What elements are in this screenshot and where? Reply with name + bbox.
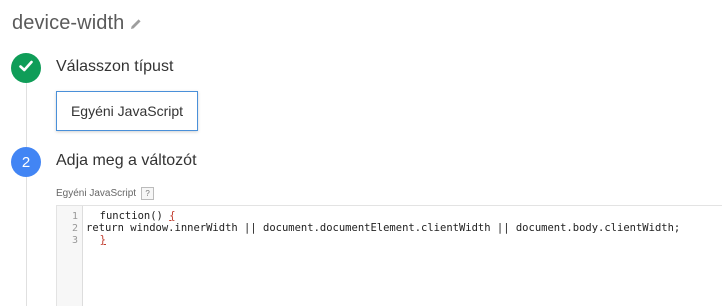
step-1-label: Válasszon típust <box>56 58 174 75</box>
line-number-gutter: 1 2 3 <box>57 206 83 306</box>
line-number: 3 <box>71 235 78 246</box>
code-text: function() <box>87 210 170 222</box>
step-2-label: Adja meg a változót <box>56 152 197 169</box>
step-2-badge: 2 <box>11 147 41 177</box>
variable-title-row: device-width <box>12 10 142 36</box>
line-number: 2 <box>71 223 78 234</box>
variable-name-title[interactable]: device-width <box>12 12 124 35</box>
code-brace: { <box>169 210 176 222</box>
code-line-2[interactable]: return window.innerWidth || document.doc… <box>86 222 680 234</box>
check-icon <box>18 58 34 79</box>
code-field-label: Egyéni JavaScript <box>56 188 137 199</box>
code-brace: } <box>99 234 106 246</box>
code-editor[interactable]: 1 2 3 function() { return window.innerWi… <box>56 205 722 306</box>
code-line-3[interactable]: } <box>87 234 106 246</box>
code-field-label-row: Egyéni JavaScript ? <box>56 187 155 200</box>
code-line-1[interactable]: function() { <box>87 210 176 222</box>
code-text: return window.innerWidth || document.doc… <box>86 222 681 234</box>
step-rail <box>26 82 27 306</box>
line-number: 1 <box>71 211 78 222</box>
variable-type-label: Egyéni JavaScript <box>70 103 184 119</box>
variable-type-card[interactable]: Egyéni JavaScript <box>56 91 198 131</box>
pencil-icon[interactable] <box>130 17 142 29</box>
step-1-complete-badge <box>11 53 41 83</box>
step-2-number: 2 <box>21 153 31 171</box>
help-icon[interactable]: ? <box>141 187 155 200</box>
